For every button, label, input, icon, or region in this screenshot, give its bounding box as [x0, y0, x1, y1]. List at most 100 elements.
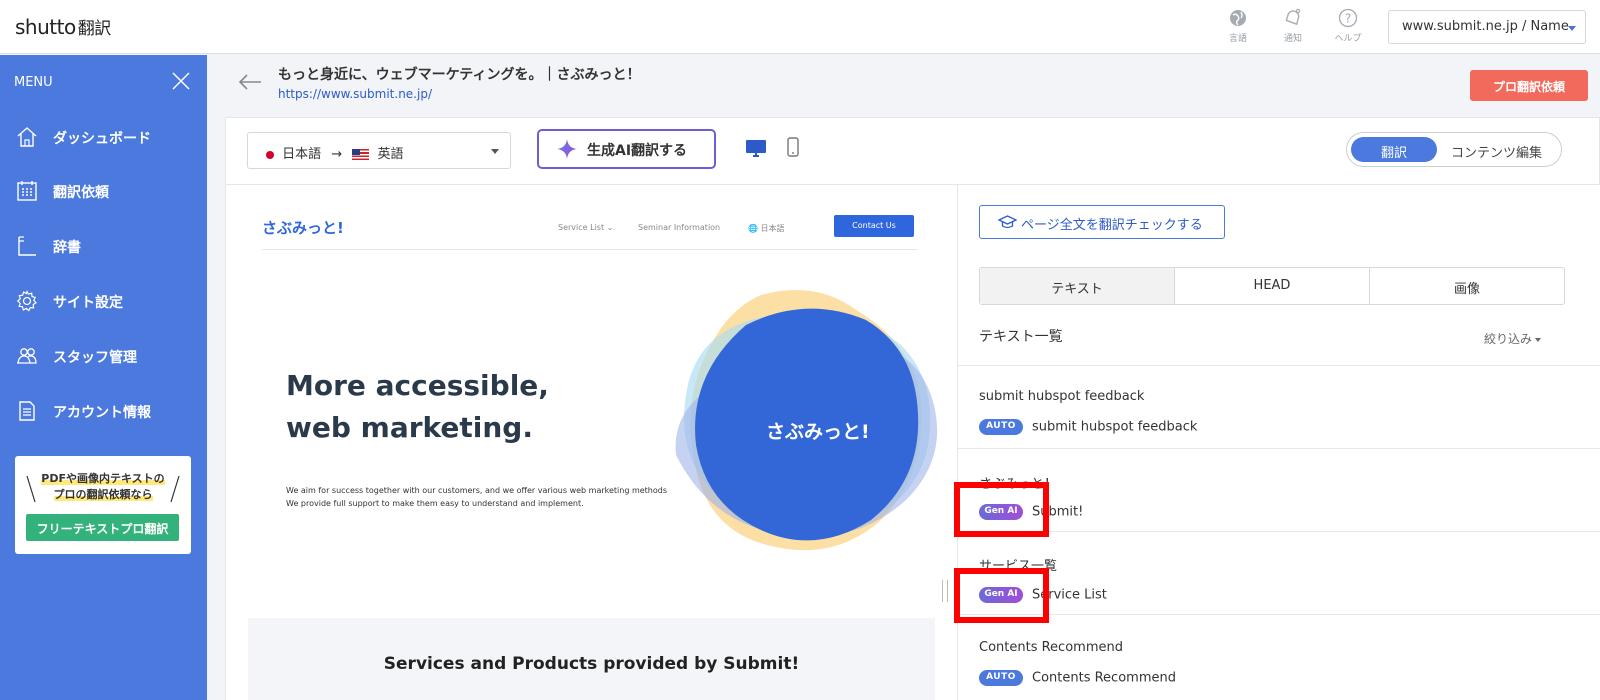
- preview-contact-button[interactable]: Contact Us: [834, 215, 914, 237]
- preview-description: We aim for success together with our cus…: [286, 484, 667, 510]
- book-icon: [18, 236, 36, 256]
- desktop-icon[interactable]: [745, 138, 767, 158]
- globe-icon: [1230, 10, 1246, 26]
- preview-headline: More accessible, web marketing.: [286, 365, 549, 449]
- document-icon: [19, 401, 35, 421]
- sidebar-item-label: アカウント情報: [53, 405, 151, 421]
- sidebar-item-label: 翻訳依頼: [53, 185, 109, 201]
- chevron-down-icon: [491, 149, 499, 154]
- row-source-text: submit hubspot feedback: [979, 389, 1145, 404]
- pro-translation-request-button[interactable]: プロ翻訳依頼: [1470, 70, 1588, 101]
- logo-text: shutto: [15, 15, 76, 39]
- help-caption: ヘルプ: [1334, 34, 1362, 44]
- bell-icon: [1285, 8, 1301, 26]
- preview-nav-seminar[interactable]: Seminar Information: [638, 223, 720, 232]
- site-selector[interactable]: www.submit.ne.jp / Name: [1388, 10, 1586, 44]
- preview-description-line-1: We aim for success together with our cus…: [286, 486, 668, 495]
- row-source-text: Contents Recommend: [979, 640, 1123, 655]
- language-button[interactable]: 言語: [1218, 8, 1258, 44]
- notification-button[interactable]: 通知: [1273, 8, 1313, 44]
- sidebar-item-staff[interactable]: スタッフ管理: [0, 336, 207, 376]
- sidebar-item-dashboard[interactable]: ダッシュボード: [0, 117, 207, 157]
- sidebar-item-label: ダッシュボード: [53, 131, 151, 147]
- language-caption: 言語: [1228, 34, 1247, 44]
- staff-icon: [17, 348, 37, 364]
- source-language: 日本語: [282, 147, 322, 162]
- mobile-icon[interactable]: [786, 137, 800, 157]
- promo-banner: PDFや画像内テキストの プロの翻訳依頼なら フリーテキストプロ翻訳: [15, 456, 191, 554]
- gen-ai-translate-label: 生成AI翻訳する: [587, 143, 688, 159]
- services-section-title: Services and Products provided by Submit…: [383, 654, 800, 674]
- editor-toolbar: 日本語 → 英語 生成AI翻訳する 翻訳 コンテンツ編集: [226, 118, 1600, 185]
- logo-subtext: 翻訳: [77, 19, 112, 39]
- tab-text[interactable]: テキスト: [980, 268, 1175, 304]
- row-divider: [958, 365, 1600, 366]
- sidebar-item-label: 辞書: [53, 240, 81, 256]
- page-url-link[interactable]: https://www.submit.ne.jp/: [278, 87, 432, 101]
- promo-text: PDFや画像内テキストの プロの翻訳依頼なら: [37, 471, 169, 503]
- home-icon: [17, 127, 37, 147]
- gear-icon: [16, 290, 37, 312]
- language-arrow: →: [331, 147, 343, 162]
- preview-headline-line-2: web marketing.: [286, 411, 533, 444]
- sidebar-item-site-settings[interactable]: サイト設定: [0, 281, 207, 321]
- mode-translate-button[interactable]: 翻訳: [1351, 137, 1437, 162]
- text-panel: ページ全文を翻訳チェックする テキスト HEAD 画像 テキスト一覧 絞り込み …: [957, 185, 1600, 700]
- graduation-cap-icon: [998, 215, 1017, 229]
- services-section: Services and Products provided by Submit…: [248, 618, 935, 700]
- menu-label: MENU: [14, 75, 53, 90]
- table-row[interactable]: AUTO Contents Recommend: [979, 670, 1176, 686]
- full-page-check-button[interactable]: ページ全文を翻訳チェックする: [979, 205, 1225, 239]
- slash-decoration: [170, 475, 180, 503]
- notification-caption: 通知: [1283, 34, 1302, 44]
- page-title: もっと身近に、ウェブマーケティングを。｜さぶみっと！: [278, 67, 641, 83]
- row-divider: [958, 448, 1600, 449]
- gen-ai-translate-button[interactable]: 生成AI翻訳する: [537, 129, 716, 169]
- row-divider: [958, 614, 1600, 615]
- sidebar-item-dictionary[interactable]: 辞書: [0, 226, 207, 266]
- filter-dropdown[interactable]: 絞り込み: [1484, 330, 1542, 347]
- row-translation-text: Contents Recommend: [1032, 670, 1176, 686]
- calendar-icon: [17, 181, 37, 201]
- close-icon[interactable]: [171, 71, 191, 91]
- row-translation-text: submit hubspot feedback: [1032, 419, 1198, 435]
- panel-tabs: テキスト HEAD 画像: [979, 267, 1565, 305]
- hero-blob-text: さぶみっと!: [766, 421, 870, 443]
- tab-head[interactable]: HEAD: [1175, 268, 1370, 304]
- preview-nav-language[interactable]: 🌐 日本語: [748, 223, 785, 234]
- preview-description-line-2: We provide full support to make them eas…: [286, 499, 584, 508]
- japan-flag-icon: [266, 150, 274, 159]
- preview-logo: さぶみっと!: [262, 219, 344, 237]
- preview-divider: [262, 249, 917, 250]
- table-row[interactable]: AUTO submit hubspot feedback: [979, 419, 1197, 435]
- mode-content-edit-button[interactable]: コンテンツ編集: [1451, 142, 1542, 161]
- mode-toggle: 翻訳 コンテンツ編集: [1346, 132, 1562, 167]
- sidebar-item-account[interactable]: アカウント情報: [0, 391, 207, 431]
- sparkle-icon: [557, 139, 577, 159]
- language-pair-selector[interactable]: 日本語 → 英語: [247, 132, 511, 169]
- text-list-title: テキスト一覧: [979, 329, 1063, 345]
- resize-handle[interactable]: [942, 580, 948, 602]
- sidebar-item-label: スタッフ管理: [53, 350, 137, 366]
- preview-headline-line-1: More accessible,: [286, 369, 549, 402]
- row-divider: [958, 531, 1600, 532]
- slash-decoration: [26, 475, 36, 503]
- page-preview: さぶみっと! Service List ⌄ Seminar Informatio…: [226, 185, 957, 700]
- free-text-pro-translation-button[interactable]: フリーテキストプロ翻訳: [26, 514, 179, 541]
- highlight-box: [954, 482, 1049, 537]
- site-selector-value: www.submit.ne.jp / Name: [1402, 19, 1569, 34]
- help-button[interactable]: ? ヘルプ: [1328, 8, 1368, 44]
- sidebar-item-translation-request[interactable]: 翻訳依頼: [0, 171, 207, 211]
- chevron-down-icon: [1535, 337, 1542, 342]
- editor-card: 日本語 → 英語 生成AI翻訳する 翻訳 コンテンツ編集 さぶみっと! Serv…: [225, 117, 1600, 700]
- preview-nav-service-list[interactable]: Service List ⌄: [558, 223, 613, 232]
- back-arrow-icon[interactable]: [237, 72, 263, 92]
- auto-badge: AUTO: [979, 419, 1023, 435]
- chevron-down-icon: [1568, 26, 1576, 31]
- sidebar-item-label: サイト設定: [53, 295, 123, 311]
- top-bar: shutto 翻訳 言語 通知 ? ヘルプ www.submit.ne.jp / …: [0, 0, 1600, 54]
- filter-label: 絞り込み: [1484, 332, 1533, 346]
- full-page-check-label: ページ全文を翻訳チェックする: [1021, 218, 1203, 233]
- tab-images[interactable]: 画像: [1370, 268, 1564, 304]
- svg-text:?: ?: [1345, 12, 1351, 26]
